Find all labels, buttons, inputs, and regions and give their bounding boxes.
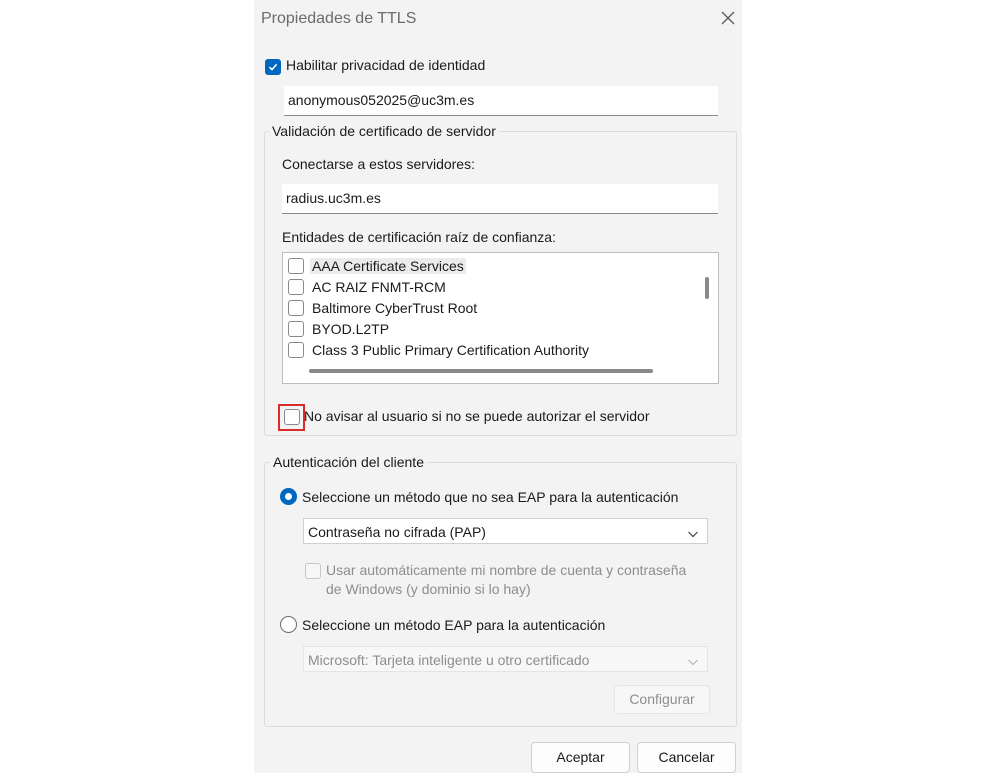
- eap-method-label: Seleccione un método EAP para la autenti…: [302, 617, 606, 633]
- non-eap-method-radio[interactable]: [280, 488, 297, 505]
- root-ca-checkbox[interactable]: [288, 300, 304, 316]
- root-ca-name: Class 3 Public Primary Certification Aut…: [312, 342, 589, 358]
- list-item[interactable]: AAA Certificate Services: [283, 256, 693, 277]
- title-bar: Propiedades de TTLS: [254, 0, 742, 38]
- no-prompt-checkbox[interactable]: [284, 409, 300, 425]
- non-eap-method-select[interactable]: Contraseña no cifrada (PAP): [303, 518, 708, 544]
- auto-credentials-label-line2: de Windows (y dominio si lo hay): [326, 581, 531, 597]
- non-eap-method-value: Contraseña no cifrada (PAP): [308, 524, 486, 540]
- identity-privacy-checkbox[interactable]: [265, 59, 281, 75]
- connect-servers-label: Conectarse a estos servidores:: [282, 156, 475, 172]
- list-item[interactable]: Class 3 Public Primary Certification Aut…: [283, 340, 693, 361]
- horizontal-scrollbar[interactable]: [309, 369, 653, 373]
- auto-credentials-checkbox[interactable]: [305, 563, 321, 579]
- non-eap-method-label: Seleccione un método que no sea EAP para…: [302, 489, 679, 505]
- list-item[interactable]: AC RAIZ FNMT-RCM: [283, 277, 693, 298]
- root-ca-checkbox[interactable]: [288, 279, 304, 295]
- ok-button[interactable]: Aceptar: [531, 742, 630, 773]
- root-ca-name: BYOD.L2TP: [312, 321, 390, 337]
- eap-method-radio[interactable]: [280, 616, 297, 633]
- list-item[interactable]: BYOD.L2TP: [283, 319, 693, 340]
- root-ca-name: AAA Certificate Services: [310, 258, 466, 274]
- cancel-button[interactable]: Cancelar: [637, 742, 736, 773]
- root-ca-name: AC RAIZ FNMT-RCM: [312, 279, 446, 295]
- no-prompt-label: No avisar al usuario si no se puede auto…: [304, 408, 650, 424]
- root-ca-label: Entidades de certificación raíz de confi…: [282, 229, 556, 245]
- client-auth-title: Autenticación del cliente: [270, 454, 427, 470]
- anonymous-identity-input[interactable]: anonymous052025@uc3m.es: [284, 86, 718, 116]
- root-ca-checkbox[interactable]: [288, 258, 304, 274]
- vertical-scrollbar[interactable]: [705, 277, 709, 299]
- close-icon[interactable]: [719, 9, 737, 27]
- configure-button[interactable]: Configurar: [614, 685, 710, 714]
- root-ca-name: Baltimore CyberTrust Root: [312, 300, 478, 316]
- root-ca-checkbox[interactable]: [288, 342, 304, 358]
- ttls-properties-dialog: Propiedades de TTLS Habilitar privacidad…: [254, 0, 742, 773]
- window-title: Propiedades de TTLS: [261, 10, 417, 27]
- list-item[interactable]: Baltimore CyberTrust Root: [283, 298, 693, 319]
- chevron-down-icon: [687, 654, 699, 670]
- checkmark-icon: [268, 63, 278, 71]
- auto-credentials-label-line1: Usar automáticamente mi nombre de cuenta…: [326, 562, 687, 578]
- eap-method-value: Microsoft: Tarjeta inteligente u otro ce…: [308, 652, 590, 668]
- chevron-down-icon: [687, 526, 699, 542]
- root-ca-checkbox[interactable]: [288, 321, 304, 337]
- identity-privacy-label: Habilitar privacidad de identidad: [286, 57, 486, 73]
- server-validation-title: Validación de certificado de servidor: [269, 123, 499, 139]
- root-ca-list[interactable]: AAA Certificate Services AC RAIZ FNMT-RC…: [282, 252, 719, 384]
- servers-input[interactable]: radius.uc3m.es: [282, 184, 718, 214]
- eap-method-select[interactable]: Microsoft: Tarjeta inteligente u otro ce…: [303, 646, 708, 672]
